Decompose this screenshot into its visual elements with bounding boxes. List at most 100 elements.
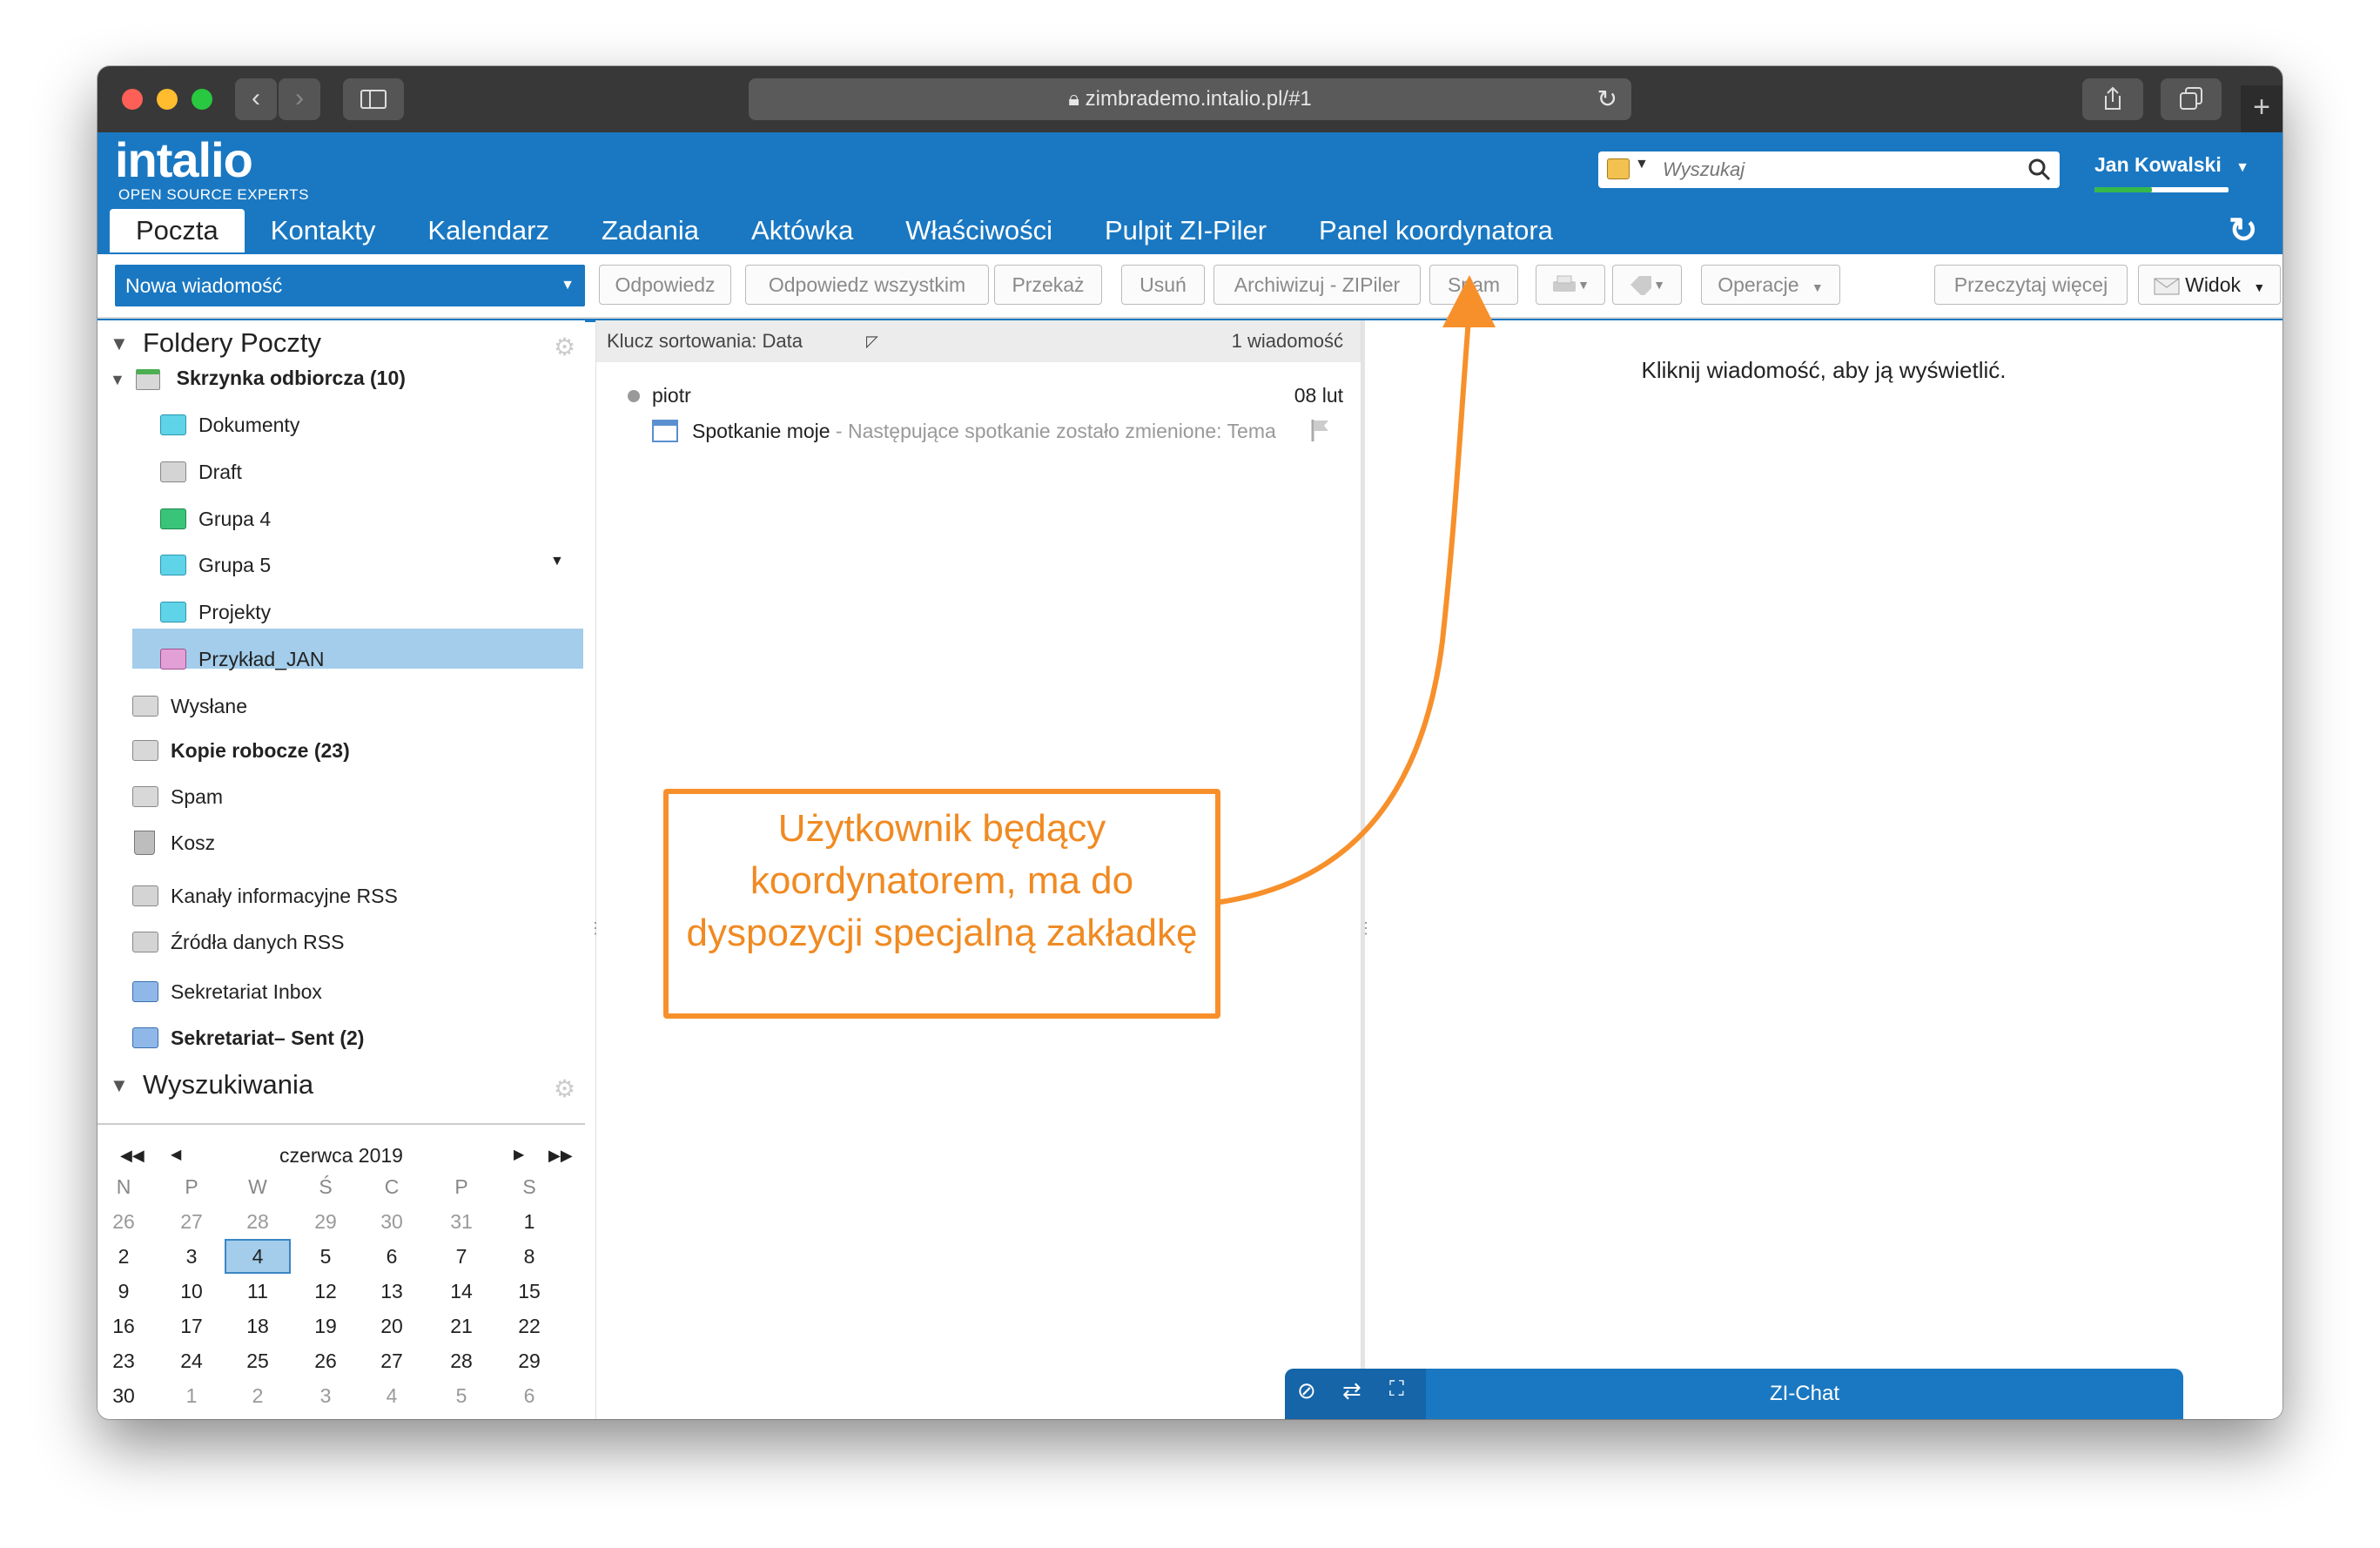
calendar-month[interactable]: czerwca 2019 (97, 1138, 585, 1173)
calendar-day[interactable]: 18 (225, 1309, 291, 1343)
folder-draft[interactable]: Draft (160, 451, 242, 493)
calendar-day[interactable]: 7 (428, 1239, 494, 1274)
calendar-day[interactable]: 27 (158, 1204, 225, 1239)
calendar-day[interactable]: 5 (428, 1378, 494, 1413)
folder-sent[interactable]: Wysłane (132, 685, 247, 727)
calendar-day[interactable]: 9 (97, 1274, 157, 1309)
folder-przyklad-jan[interactable]: Przykład_JAN (160, 638, 324, 680)
tabs-overview-button[interactable] (2161, 78, 2222, 120)
calendar-day[interactable]: 26 (292, 1343, 359, 1378)
folder-rss-sources[interactable]: Źródła danych RSS (132, 921, 344, 963)
zi-chat-bar[interactable]: ⊘ ⇄ ⛶ ZI-Chat (1285, 1369, 2183, 1419)
folder-grupa-5[interactable]: Grupa 5 (160, 544, 271, 586)
calendar-day[interactable]: 28 (225, 1204, 291, 1239)
calendar-day[interactable]: 6 (496, 1378, 562, 1413)
new-tab-button[interactable]: + (2241, 85, 2283, 132)
calendar-day[interactable]: 12 (292, 1274, 359, 1309)
calendar-day[interactable]: 27 (359, 1343, 425, 1378)
view-menu-button[interactable]: Widok ▼ (2138, 265, 2281, 305)
calendar-day[interactable]: 25 (225, 1343, 291, 1378)
chevron-down-icon[interactable]: ▼ (550, 554, 564, 569)
calendar-day[interactable]: 17 (158, 1309, 225, 1343)
back-button[interactable]: ‹ (235, 78, 277, 120)
spam-button[interactable]: Spam (1429, 265, 1518, 305)
folder-rss[interactable]: Kanały informacyjne RSS (132, 875, 398, 917)
calendar-day[interactable]: 26 (97, 1204, 157, 1239)
mail-folders-header[interactable]: ▼ Foldery Poczty (97, 327, 321, 359)
search-input[interactable] (1663, 155, 2011, 185)
print-menu-button[interactable]: ▼ (1536, 265, 1605, 305)
calendar-day-today[interactable]: 4 (225, 1239, 291, 1274)
calendar-day[interactable]: 5 (292, 1239, 359, 1274)
calendar-day[interactable]: 22 (496, 1309, 562, 1343)
archive-button[interactable]: Archiwizuj - ZIPiler (1214, 265, 1421, 305)
folder-drafts[interactable]: Kopie robocze (23) (132, 730, 350, 771)
sidebar-toggle-button[interactable] (343, 78, 404, 120)
calendar-day[interactable]: 3 (158, 1239, 225, 1274)
actions-menu-button[interactable]: Operacje ▼ (1701, 265, 1840, 305)
delete-button[interactable]: Usuń (1121, 265, 1205, 305)
calendar-day[interactable]: 28 (428, 1343, 494, 1378)
forward-button[interactable]: Przekaż (994, 265, 1102, 305)
searches-header[interactable]: ▼ Wyszukiwania (97, 1069, 313, 1100)
zoom-window-button[interactable] (192, 89, 212, 110)
tab-poczta[interactable]: Poczta (110, 209, 245, 252)
calendar-day[interactable]: 23 (97, 1343, 157, 1378)
swap-icon[interactable]: ⇄ (1342, 1377, 1361, 1404)
share-button[interactable] (2082, 78, 2143, 120)
folder-projekty[interactable]: Projekty (160, 591, 271, 633)
calendar-day[interactable]: 15 (496, 1274, 562, 1309)
calendar-day[interactable]: 1 (158, 1378, 225, 1413)
minimize-window-button[interactable] (157, 89, 178, 110)
sort-label[interactable]: Klucz sortowania: Data (607, 320, 803, 362)
folder-grupa-4[interactable]: Grupa 4 (160, 498, 271, 540)
read-more-button[interactable]: Przeczytaj więcej (1934, 265, 2128, 305)
folder-inbox[interactable]: ▼ Skrzynka odbiorcza (10) (110, 357, 406, 399)
calendar-day[interactable]: 8 (496, 1239, 562, 1274)
forward-button[interactable]: › (279, 78, 320, 120)
next-month-button[interactable]: ▶ (514, 1138, 524, 1173)
refresh-icon[interactable]: ↻ (2229, 211, 2258, 251)
search-icon[interactable] (2028, 158, 2051, 181)
calendar-day[interactable]: 31 (428, 1204, 494, 1239)
calendar-day[interactable]: 19 (292, 1309, 359, 1343)
sort-icon[interactable]: ◸ (866, 320, 878, 362)
user-menu[interactable]: Jan Kowalski ▼ (2094, 153, 2249, 192)
calendar-day[interactable]: 21 (428, 1309, 494, 1343)
calendar-day[interactable]: 14 (428, 1274, 494, 1309)
splitter-handle[interactable]: ⋮ (1358, 919, 1374, 938)
folder-shared-sent[interactable]: Sekretariat– Sent (2) (132, 1017, 364, 1059)
address-bar[interactable]: 🔒︎ zimbrademo.intalio.pl/#1 ↻ (749, 78, 1631, 120)
folder-trash[interactable]: Kosz (132, 822, 215, 864)
calendar-day[interactable]: 2 (97, 1239, 157, 1274)
unread-dot-icon[interactable] (628, 390, 640, 402)
tab-kalendarz[interactable]: Kalendarz (401, 209, 575, 252)
calendar-day[interactable]: 11 (225, 1274, 291, 1309)
conversation-row[interactable]: piotr 08 lut Spotkanie moje - Następując… (596, 376, 1361, 463)
calendar-day[interactable]: 2 (225, 1378, 291, 1413)
search-type-icon[interactable] (1607, 158, 1630, 179)
gear-icon[interactable]: ⚙ (554, 333, 575, 361)
folder-shared-inbox[interactable]: Sekretariat Inbox (132, 971, 322, 1013)
splitter-handle[interactable]: ⋮ (588, 919, 603, 938)
calendar-day[interactable]: 4 (359, 1378, 425, 1413)
calendar-day[interactable]: 3 (292, 1378, 359, 1413)
calendar-day[interactable]: 30 (97, 1378, 157, 1413)
expand-icon[interactable]: ⛶ (1389, 1377, 1404, 1402)
tag-menu-button[interactable]: ▼ (1612, 265, 1682, 305)
calendar-day[interactable]: 29 (292, 1204, 359, 1239)
tab-zadania[interactable]: Zadania (575, 209, 725, 252)
calendar-day[interactable]: 1 (496, 1204, 562, 1239)
gear-icon[interactable]: ⚙ (554, 1074, 575, 1103)
chevron-down-icon[interactable]: ▼ (561, 265, 575, 306)
tab-kontakty[interactable]: Kontakty (245, 209, 402, 252)
reload-icon[interactable]: ↻ (1597, 78, 1617, 120)
hide-chat-icon[interactable]: ⊘ (1297, 1377, 1316, 1404)
folder-dokumenty[interactable]: Dokumenty (160, 404, 299, 446)
calendar-day[interactable]: 20 (359, 1309, 425, 1343)
reply-all-button[interactable]: Odpowiedz wszystkim (745, 265, 989, 305)
calendar-day[interactable]: 6 (359, 1239, 425, 1274)
chevron-down-icon[interactable]: ▼ (1635, 157, 1649, 172)
tab-aktowka[interactable]: Aktówka (725, 209, 879, 252)
reply-button[interactable]: Odpowiedz (599, 265, 731, 305)
